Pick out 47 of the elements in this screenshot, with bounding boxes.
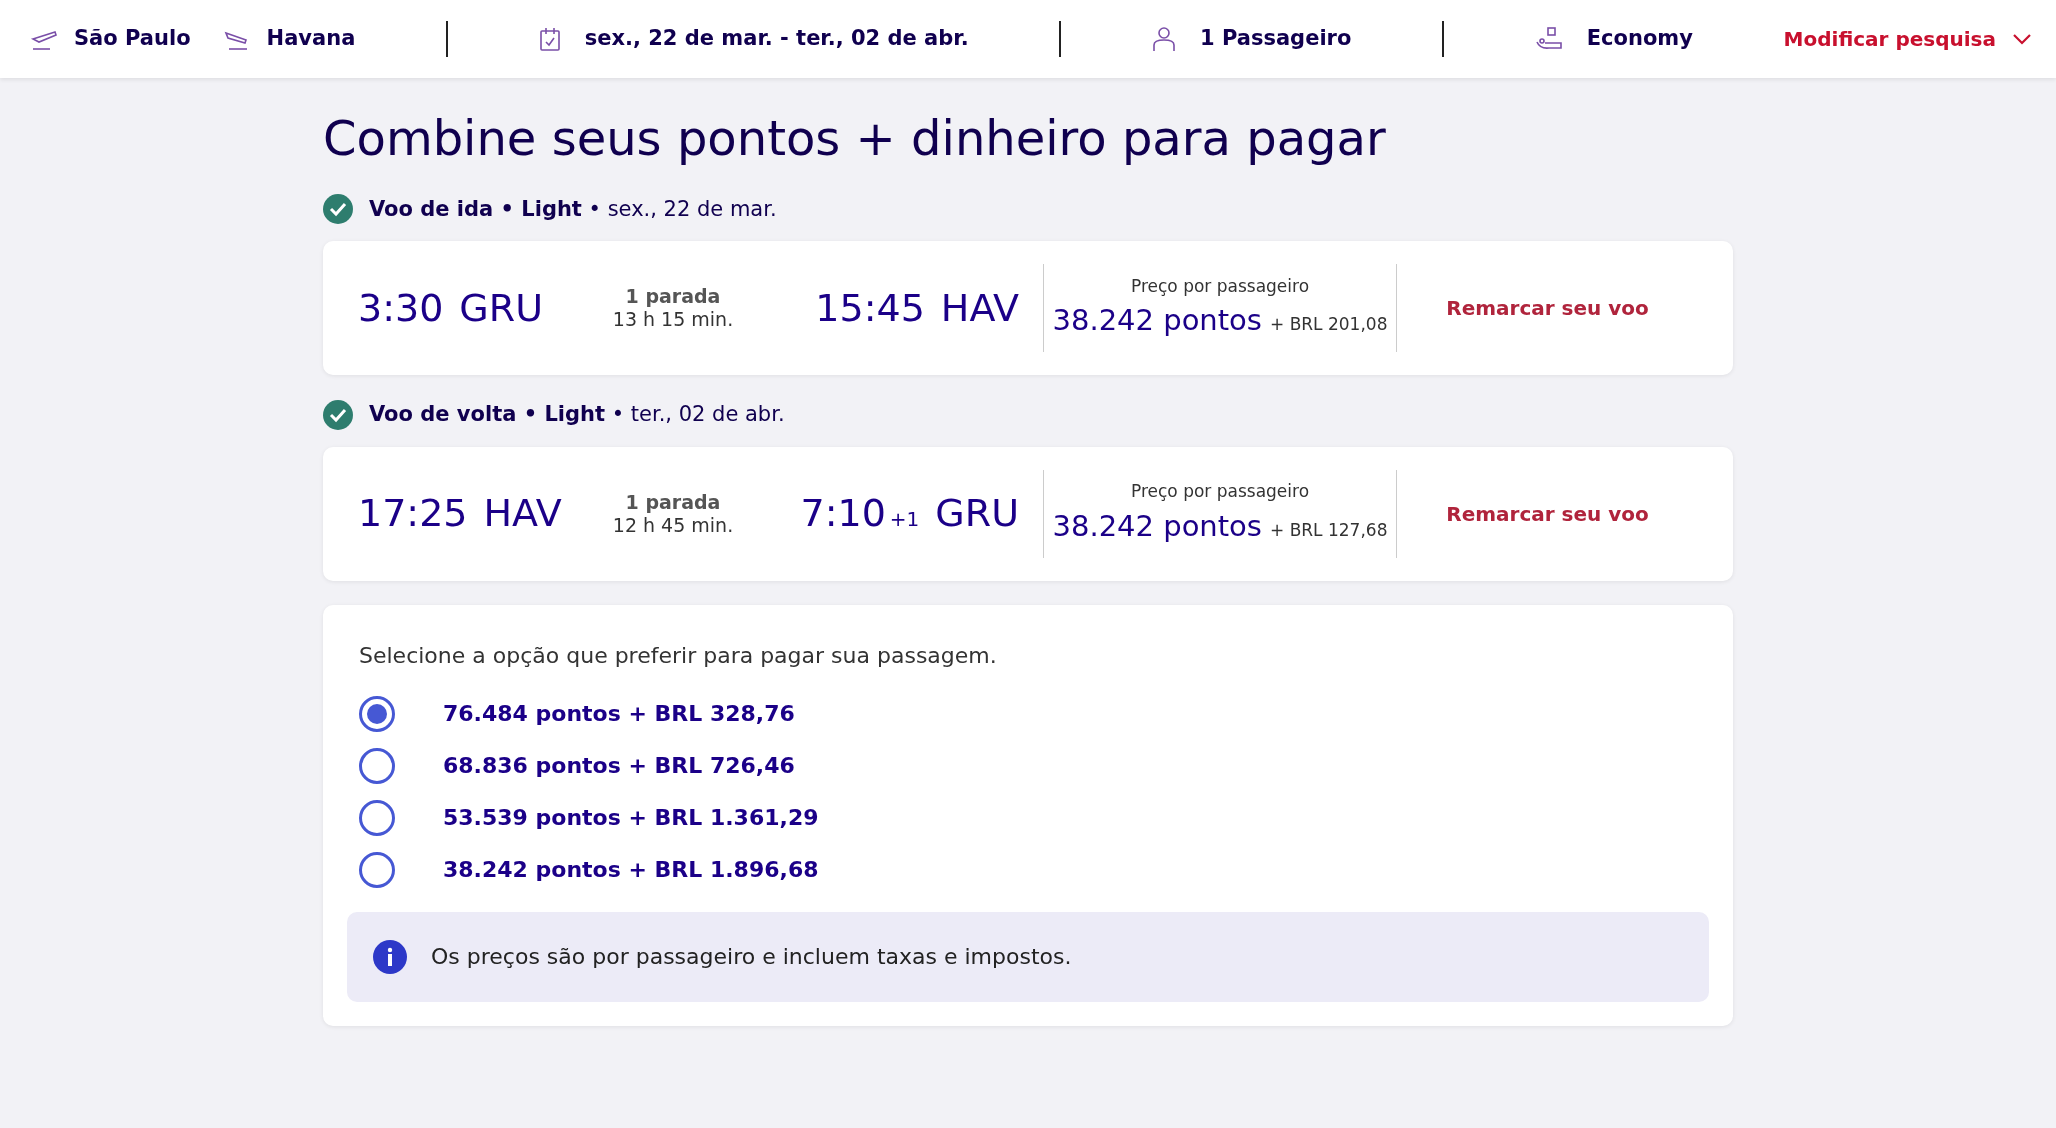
points-price: 38.242 pontos	[1052, 302, 1262, 340]
payment-option-label: 68.836 pontos + BRL 726,46	[443, 752, 795, 781]
modify-search-button[interactable]: Modificar pesquisa	[1783, 24, 2032, 54]
radio-button[interactable]	[359, 695, 395, 732]
price-label: Preço por passageiro	[1130, 274, 1310, 298]
departure-time: 3:30	[358, 284, 444, 332]
departure-airport: HAV	[483, 490, 562, 538]
payment-option-label: 38.242 pontos + BRL 1.896,68	[443, 856, 819, 885]
info-icon	[373, 939, 407, 974]
flight-duration: 13 h 15 min.	[612, 308, 734, 331]
passenger-count: 1 Passageiro	[1200, 25, 1352, 53]
seat-icon	[1534, 26, 1563, 52]
check-circle-icon	[323, 399, 353, 430]
flight-label: Voo de volta • Light • ter., 02 de abr.	[369, 401, 785, 429]
radio-button[interactable]	[359, 747, 395, 784]
stops-count: 1 parada	[625, 490, 721, 514]
date-range: sex., 22 de mar. - ter., 02 de abr.	[584, 25, 969, 53]
rebook-button[interactable]: Remarcar seu voo	[1440, 292, 1655, 325]
points-price: 38.242 pontos	[1052, 507, 1262, 545]
check-circle-icon	[323, 194, 353, 225]
stops-count: 1 parada	[625, 285, 721, 309]
origin-city: São Paulo	[74, 25, 191, 53]
radio-button[interactable]	[359, 851, 395, 888]
price-label: Preço por passageiro	[1130, 480, 1310, 504]
arrival-time: 7:10	[800, 490, 886, 538]
departure-airport: GRU	[459, 284, 543, 332]
payment-option-label: 76.484 pontos + BRL 328,76	[443, 700, 795, 729]
day-offset: +1	[889, 506, 920, 534]
cabin-class: Economy	[1586, 25, 1693, 53]
arrival-airport: HAV	[940, 284, 1019, 332]
cash-price: + BRL 127,68	[1270, 518, 1388, 542]
flight-duration: 12 h 45 min.	[612, 513, 734, 537]
destination-city: Havana	[266, 25, 356, 53]
flight-label: Voo de ida • Light • sex., 22 de mar.	[369, 195, 777, 223]
arrival-airport: GRU	[935, 490, 1019, 538]
page-title: Combine seus pontos + dinheiro para pagar	[323, 110, 1387, 168]
info-note-text: Os preços são por passageiro e incluem taxas e impostos.	[431, 943, 1072, 972]
rebook-button[interactable]: Remarcar seu voo	[1440, 497, 1655, 530]
cash-price: + BRL 201,08	[1270, 313, 1388, 337]
payment-option-label: 53.539 pontos + BRL 1.361,29	[443, 804, 819, 833]
chevron-down-icon	[2012, 33, 2032, 45]
radio-button[interactable]	[359, 799, 395, 836]
person-icon	[1152, 26, 1176, 52]
departure-time: 17:25	[358, 490, 468, 538]
payment-prompt: Selecione a opção que preferir para pagar sua passagem.	[359, 641, 998, 670]
arrival-time: 15:45	[815, 284, 925, 332]
calendar-icon	[538, 26, 561, 52]
